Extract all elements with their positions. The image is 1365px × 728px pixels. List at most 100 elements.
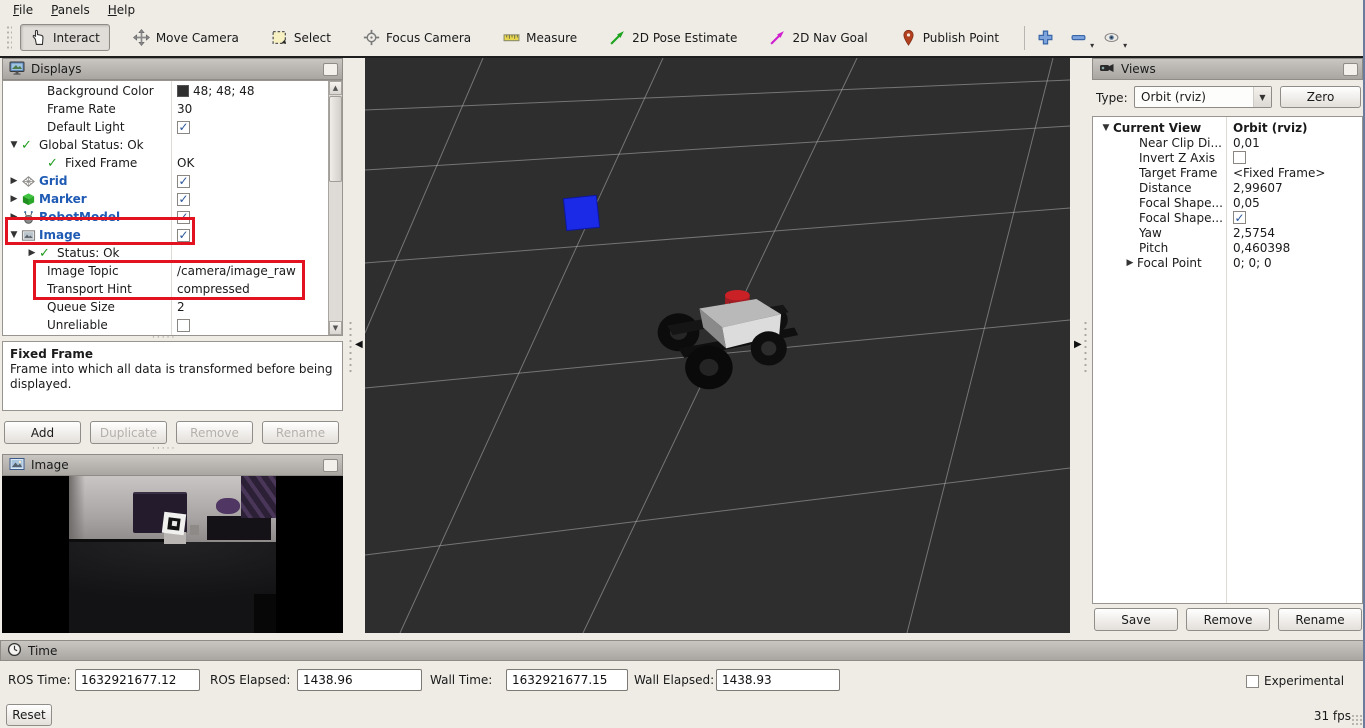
- tree-row-yaw[interactable]: Yaw2,5754: [1093, 225, 1361, 240]
- time-panel-header[interactable]: Time: [0, 640, 1365, 661]
- tree-row-grid[interactable]: ▶ Grid ✓: [3, 172, 328, 190]
- resize-grip[interactable]: [1351, 714, 1363, 726]
- tool-measure[interactable]: Measure: [494, 25, 586, 50]
- displays-scrollbar[interactable]: ▲ ▼: [328, 81, 342, 335]
- displays-panel-header[interactable]: Displays: [2, 58, 343, 80]
- tree-row-near-clip-di[interactable]: Near Clip Di...0,01: [1093, 135, 1361, 150]
- splitter-handle-dots[interactable]: ·····: [152, 444, 176, 454]
- tree-row-current-view[interactable]: ▼Current ViewOrbit (rviz): [1093, 120, 1361, 135]
- toolbar-button-zoom-in[interactable]: [1037, 29, 1054, 46]
- toolbar-button-zoom-out[interactable]: ▾: [1070, 29, 1087, 46]
- grid-icon: [21, 174, 39, 189]
- tree-row-focal-shape[interactable]: Focal Shape... ✓: [1093, 210, 1361, 225]
- pose-estimate-arrow-icon: [609, 29, 626, 46]
- checkbox-unreliable[interactable]: [177, 319, 190, 332]
- views-float-button[interactable]: [1343, 63, 1358, 76]
- tree-row-distance[interactable]: Distance2,99607: [1093, 180, 1361, 195]
- rename-button[interactable]: Rename: [1278, 608, 1362, 631]
- expander-right-icon[interactable]: ▶: [1123, 258, 1137, 268]
- menu-item-help[interactable]: Help: [99, 2, 144, 18]
- checkbox-focal-shape[interactable]: ✓: [1233, 211, 1246, 224]
- tree-row-frame-rate[interactable]: Frame Rate30: [3, 100, 328, 118]
- zero-button[interactable]: Zero: [1280, 86, 1361, 108]
- scroll-up-icon[interactable]: ▲: [329, 81, 342, 95]
- tool-label: 2D Nav Goal: [792, 31, 867, 45]
- tree-row-unreliable[interactable]: Unreliable: [3, 316, 328, 334]
- expander-down-icon[interactable]: ▼: [7, 230, 21, 240]
- image-panel-header[interactable]: Image: [2, 454, 343, 476]
- menu-item-file[interactable]: File: [4, 2, 42, 18]
- scrollbar-thumb[interactable]: [329, 96, 342, 182]
- measure-icon: [503, 29, 520, 46]
- expander-right-icon[interactable]: ▶: [7, 194, 21, 204]
- tree-row-image[interactable]: ▼Image✓: [3, 226, 328, 244]
- image-float-button[interactable]: [323, 459, 338, 472]
- left-splitter[interactable]: ◀: [345, 58, 365, 633]
- tree-row-default-light[interactable]: Default Light✓: [3, 118, 328, 136]
- tree-value: 0,460398: [1233, 241, 1290, 255]
- tree-row-fixed-frame[interactable]: ✓Fixed FrameOK: [3, 154, 328, 172]
- tree-row-target-frame[interactable]: Target Frame<Fixed Frame>: [1093, 165, 1361, 180]
- toolbar-button-eye[interactable]: ▾: [1103, 29, 1120, 46]
- checkbox-default-light[interactable]: ✓: [177, 121, 190, 134]
- checkbox-invert-z-axis[interactable]: [1233, 151, 1246, 164]
- time-label-ros-time: ROS Time:: [8, 669, 71, 691]
- tool-select[interactable]: Select: [262, 25, 340, 50]
- tree-row-invert-z-axis[interactable]: Invert Z Axis: [1093, 150, 1361, 165]
- checkbox-marker[interactable]: ✓: [177, 193, 190, 206]
- tree-row-focal-shape[interactable]: Focal Shape...0,05: [1093, 195, 1361, 210]
- remove-button[interactable]: Remove: [1186, 608, 1270, 631]
- tree-row-marker[interactable]: ▶Marker✓: [3, 190, 328, 208]
- time-input-ros-elapsed[interactable]: [297, 669, 422, 691]
- tool-2d-nav-goal[interactable]: 2D Nav Goal: [760, 25, 876, 50]
- tool-focus-camera[interactable]: Focus Camera: [354, 25, 480, 50]
- tree-row-global-status-ok[interactable]: ▼✓Global Status: Ok: [3, 136, 328, 154]
- 3d-viewport[interactable]: [365, 58, 1070, 633]
- tree-label: Focal Shape...: [1139, 211, 1223, 225]
- add-button[interactable]: Add: [4, 421, 81, 444]
- menu-item-panels[interactable]: Panels: [42, 2, 99, 18]
- checkbox-grid[interactable]: ✓: [177, 175, 190, 188]
- time-input-ros-time[interactable]: [75, 669, 200, 691]
- collapse-left-icon[interactable]: ◀: [355, 339, 363, 350]
- time-input-wall-elapsed[interactable]: [716, 669, 840, 691]
- zoom-in-icon: [1037, 29, 1054, 46]
- tree-row-background-color[interactable]: Background Color48; 48; 48: [3, 82, 328, 100]
- time-label-wall-elapsed: Wall Elapsed:: [634, 669, 714, 691]
- tree-row-transport-hint[interactable]: Transport Hintcompressed: [3, 280, 328, 298]
- save-button[interactable]: Save: [1094, 608, 1178, 631]
- tree-row-pitch[interactable]: Pitch0,460398: [1093, 240, 1361, 255]
- expander-right-icon[interactable]: ▶: [25, 248, 39, 258]
- robot-model: [658, 290, 799, 389]
- reset-button[interactable]: Reset: [6, 704, 52, 726]
- expander-right-icon[interactable]: ▶: [7, 212, 21, 222]
- right-splitter[interactable]: ▶: [1070, 58, 1090, 633]
- views-panel-header[interactable]: Views: [1092, 58, 1363, 80]
- tool-move-camera[interactable]: Move Camera: [124, 25, 248, 50]
- toolbar-separator: [1024, 26, 1025, 50]
- expander-down-icon[interactable]: ▼: [1099, 123, 1113, 133]
- remove-button: Remove: [176, 421, 253, 444]
- tree-row-image-topic[interactable]: Image Topic/camera/image_raw: [3, 262, 328, 280]
- time-input-wall-time[interactable]: [506, 669, 628, 691]
- tree-row-queue-size[interactable]: Queue Size2: [3, 298, 328, 316]
- tool-interact[interactable]: Interact: [20, 24, 110, 51]
- tree-row-robotmodel[interactable]: ▶RobotModel✓: [3, 208, 328, 226]
- displays-float-button[interactable]: [323, 63, 338, 76]
- expander-right-icon[interactable]: ▶: [7, 176, 21, 186]
- experimental-checkbox[interactable]: [1246, 675, 1259, 688]
- checkbox-robotmodel[interactable]: ✓: [177, 211, 190, 224]
- tree-row-focal-point[interactable]: ▶Focal Point0; 0; 0: [1093, 255, 1361, 270]
- scroll-down-icon[interactable]: ▼: [329, 321, 342, 335]
- collapse-right-icon[interactable]: ▶: [1074, 339, 1082, 350]
- checkbox-image[interactable]: ✓: [177, 229, 190, 242]
- tool-publish-point[interactable]: Publish Point: [891, 25, 1008, 50]
- tool-2d-pose-estimate[interactable]: 2D Pose Estimate: [600, 25, 746, 50]
- marker-cube: [563, 195, 599, 230]
- tree-label: Grid: [39, 174, 67, 188]
- tree-row-status-ok[interactable]: ▶✓Status: Ok: [3, 244, 328, 262]
- toolbar-drag-handle[interactable]: [6, 25, 12, 51]
- view-type-dropdown[interactable]: Orbit (rviz) ▼: [1134, 86, 1272, 108]
- expander-down-icon[interactable]: ▼: [7, 140, 21, 150]
- check-green-icon: ✓: [47, 156, 65, 171]
